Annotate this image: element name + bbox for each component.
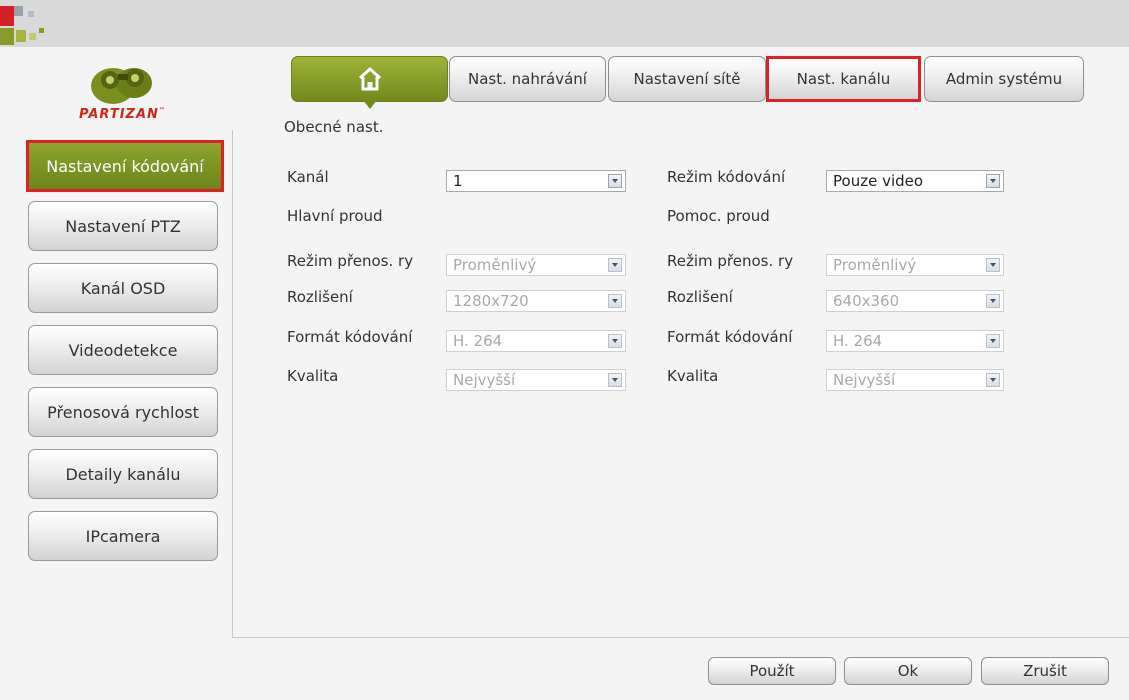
main-bitrate-mode-label: Režim přenos. ry (287, 252, 414, 270)
title-bar (0, 0, 1129, 47)
sidebar-item-channel-details[interactable]: Detaily kanálu (28, 449, 218, 499)
footer-divider (232, 637, 1129, 638)
main-bitrate-mode-select[interactable]: Proměnlivý (446, 254, 626, 276)
sub-quality-label: Kvalita (667, 367, 719, 385)
sidebar-item-ipcamera[interactable]: IPcamera (28, 511, 218, 561)
ok-button[interactable]: Ok (844, 657, 972, 685)
main-bitrate-mode-value: Proměnlivý (453, 256, 537, 274)
main-format-value: H. 264 (453, 332, 503, 350)
sidebar-item-ptz[interactable]: Nastavení PTZ (28, 201, 218, 251)
sidebar-item-osd[interactable]: Kanál OSD (28, 263, 218, 313)
page-subtitle: Obecné nast. (284, 118, 384, 136)
sub-quality-value: Nejvyšší (833, 371, 896, 389)
apply-button[interactable]: Použít (708, 657, 836, 685)
chevron-down-icon (986, 334, 1000, 348)
encode-mode-value: Pouze video (833, 172, 924, 190)
main-resolution-label: Rozlišení (287, 288, 353, 306)
tab-channel-settings[interactable]: Nast. kanálu (766, 56, 921, 102)
tab-system-admin[interactable]: Admin systému (924, 56, 1084, 102)
sub-bitrate-mode-label: Režim přenos. ry (667, 252, 794, 270)
chevron-down-icon (608, 373, 622, 387)
sub-resolution-label: Rozlišení (667, 288, 733, 306)
main-format-select[interactable]: H. 264 (446, 330, 626, 352)
sub-resolution-select[interactable]: 640x360 (826, 290, 1004, 312)
sub-format-label: Formát kódování (667, 328, 793, 346)
chevron-down-icon (608, 174, 622, 188)
encode-mode-select[interactable]: Pouze video (826, 170, 1004, 192)
encode-mode-label: Režim kódování (667, 168, 786, 186)
tab-home[interactable] (291, 56, 448, 102)
sidebar-item-encoding[interactable]: Nastavení kódování (26, 140, 224, 192)
sub-stream-heading: Pomoc. proud (667, 207, 770, 225)
tab-pointer (363, 100, 377, 109)
sub-bitrate-mode-select[interactable]: Proměnlivý (826, 254, 1004, 276)
tab-network-settings[interactable]: Nastavení sítě (608, 56, 766, 102)
cancel-button[interactable]: Zrušit (981, 657, 1109, 685)
chevron-down-icon (986, 258, 1000, 272)
main-resolution-select[interactable]: 1280x720 (446, 290, 626, 312)
chevron-down-icon (608, 334, 622, 348)
main-resolution-value: 1280x720 (453, 292, 529, 310)
chevron-down-icon (986, 294, 1000, 308)
chevron-down-icon (608, 258, 622, 272)
sub-quality-select[interactable]: Nejvyšší (826, 369, 1004, 391)
chevron-down-icon (986, 373, 1000, 387)
channel-value: 1 (453, 172, 463, 190)
brand-name: PARTIZAN™ (79, 107, 166, 122)
sidebar-item-motion-detection[interactable]: Videodetekce (28, 325, 218, 375)
tab-record-settings[interactable]: Nast. nahrávání (449, 56, 606, 102)
main-quality-select[interactable]: Nejvyšší (446, 369, 626, 391)
home-icon (358, 67, 381, 91)
main-quality-label: Kvalita (287, 367, 339, 385)
sub-format-value: H. 264 (833, 332, 883, 350)
chevron-down-icon (608, 294, 622, 308)
channel-label: Kanál (287, 168, 329, 186)
main-stream-heading: Hlavní proud (287, 207, 383, 225)
sidebar-divider (232, 130, 233, 638)
channel-select[interactable]: 1 (446, 170, 626, 192)
sub-format-select[interactable]: H. 264 (826, 330, 1004, 352)
main-format-label: Formát kódování (287, 328, 413, 346)
sidebar-item-bitrate[interactable]: Přenosová rychlost (28, 387, 218, 437)
chevron-down-icon (986, 174, 1000, 188)
sub-resolution-value: 640x360 (833, 292, 900, 310)
corner-logo-icon (0, 0, 80, 47)
main-quality-value: Nejvyšší (453, 371, 516, 389)
sub-bitrate-mode-value: Proměnlivý (833, 256, 917, 274)
